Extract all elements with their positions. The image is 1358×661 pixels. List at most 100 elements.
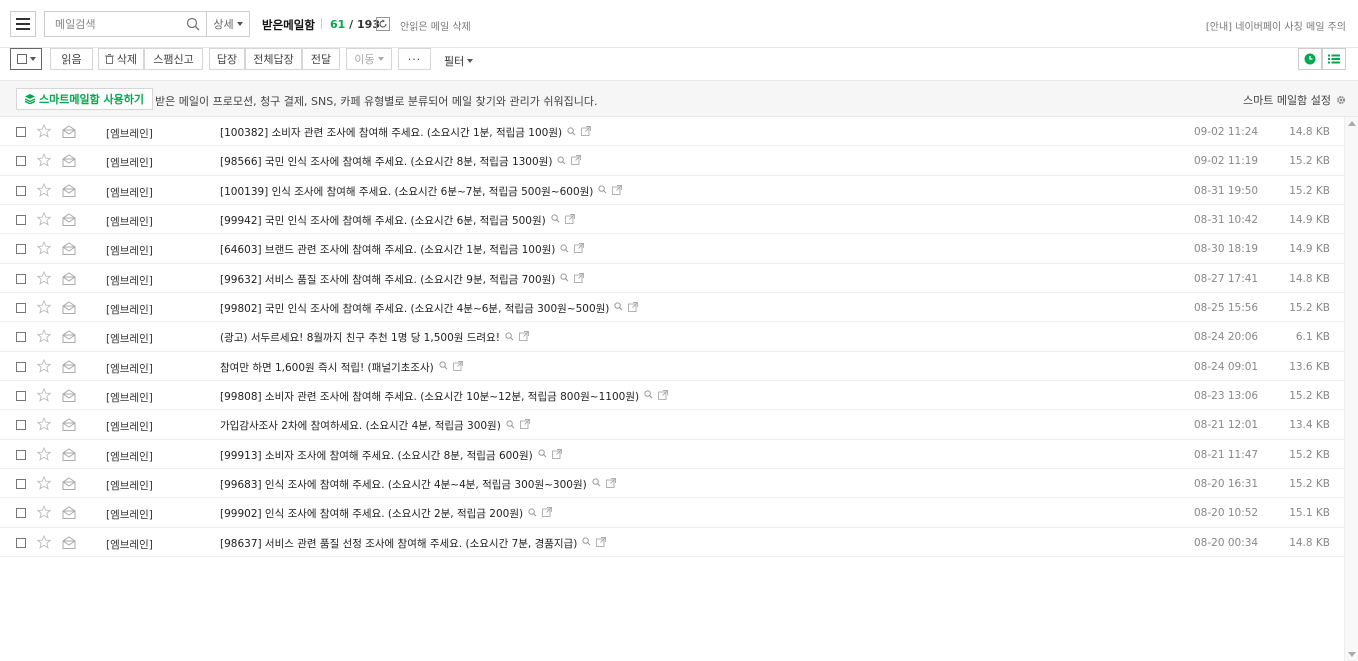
open-new-window-icon[interactable] [574, 272, 585, 286]
open-new-window-icon[interactable] [551, 448, 562, 462]
envelope-icon[interactable] [62, 242, 76, 256]
search-icon[interactable] [186, 17, 200, 31]
open-new-window-icon[interactable] [519, 419, 530, 432]
mail-checkbox[interactable] [16, 156, 26, 167]
scroll-down-arrow[interactable] [1348, 652, 1356, 657]
mail-subject-link[interactable]: 가입감사조사 2차에 참여하세요. (소요시간 4분, 적립금 300원) [220, 418, 530, 433]
envelope-icon[interactable] [62, 184, 76, 197]
mail-subject-link[interactable]: [99913] 소비자 조사에 참여해 주세요. (소요시간 8분, 적립금 6… [220, 448, 562, 463]
open-new-window-icon[interactable] [571, 155, 582, 168]
mail-subject-link[interactable]: [99802] 국민 인식 조사에 참여해 주세요. (소요시간 4분~6분, … [220, 301, 639, 316]
mail-sender[interactable]: [엠브레인] [106, 155, 153, 170]
preview-search-icon[interactable] [592, 478, 601, 490]
mail-subject[interactable]: [99632] 서비스 품질 조사에 참여해 주세요. (소요시간 9분, 적립… [220, 272, 555, 287]
mail-row[interactable]: [엠브레인] [98637] 서비스 관련 품질 선정 조사에 참여해 주세요. … [0, 528, 1344, 557]
preview-search-icon[interactable] [506, 420, 515, 432]
mail-subject-link[interactable]: [99808] 소비자 관련 조사에 참여해 주세요. (소요시간 10분~12… [220, 389, 669, 404]
mail-subject-link[interactable]: [99632] 서비스 품질 조사에 참여해 주세요. (소요시간 9분, 적립… [220, 272, 585, 287]
mail-subject-link[interactable]: [99902] 인식 조사에 참여해 주세요. (소요시간 2분, 적립금 20… [220, 506, 553, 521]
preview-search-icon[interactable] [614, 302, 623, 314]
spam-report-button[interactable]: 스팸신고 [144, 48, 203, 70]
mail-checkbox[interactable] [16, 127, 26, 137]
star-icon[interactable] [36, 270, 52, 285]
envelope-icon[interactable] [62, 418, 76, 432]
mail-subject[interactable]: [98637] 서비스 관련 품질 선정 조사에 참여해 주세요. (소요시간 … [220, 536, 577, 551]
clock-view-button[interactable] [1298, 48, 1322, 70]
star-icon[interactable] [36, 241, 52, 256]
envelope-icon[interactable] [62, 213, 76, 226]
preview-search-icon[interactable] [505, 332, 514, 344]
mail-sender[interactable]: [엠브레인] [106, 507, 153, 522]
star-icon[interactable] [36, 417, 52, 432]
mail-checkbox[interactable] [16, 390, 26, 401]
mail-row[interactable]: [엠브레인] [99902] 인식 조사에 참여해 주세요. (소요시간 2분, … [0, 498, 1344, 528]
delete-unread-link[interactable]: 안읽은 메일 삭제 [400, 18, 471, 33]
envelope-icon[interactable] [62, 272, 76, 285]
preview-search-icon[interactable] [560, 244, 569, 256]
unread-count[interactable]: 61 [330, 18, 345, 31]
mail-row[interactable]: [엠브레인] [100382] 소비자 관련 조사에 참여해 주세요. (소요시간… [0, 117, 1344, 147]
star-icon[interactable] [36, 182, 52, 197]
mail-subject-link[interactable]: 참여만 하면 1,600원 즉시 적립! (패널기초조사) [220, 360, 463, 375]
mail-row[interactable]: [엠브레인] [98566] 국민 인식 조사에 참여해 주세요. (소요시간 8… [0, 146, 1344, 176]
mail-row[interactable]: [엠브레인] [64603] 브랜드 관련 조사에 참여해 주세요. (소요시간 … [0, 234, 1344, 264]
mail-subject[interactable]: (광고) 서두르세요! 8월까지 친구 추천 1명 당 1,500원 드려요! [220, 330, 500, 345]
star-icon[interactable] [36, 153, 52, 168]
mail-subject[interactable]: 참여만 하면 1,600원 즉시 적립! (패널기초조사) [220, 360, 434, 375]
refresh-button[interactable] [376, 17, 390, 31]
preview-search-icon[interactable] [538, 449, 547, 461]
scrollbar[interactable] [1344, 117, 1358, 661]
mail-subject[interactable]: [100382] 소비자 관련 조사에 참여해 주세요. (소요시간 1분, 적… [220, 125, 562, 140]
mail-subject[interactable]: [99913] 소비자 조사에 참여해 주세요. (소요시간 8분, 적립금 6… [220, 448, 533, 463]
preview-search-icon[interactable] [560, 273, 569, 285]
reply-button[interactable]: 답장 [209, 48, 245, 70]
star-icon[interactable] [36, 475, 52, 490]
mail-subject[interactable]: [99683] 인식 조사에 참여해 주세요. (소요시간 4분~4분, 적립금… [220, 477, 587, 492]
more-button[interactable]: ··· [398, 48, 431, 70]
mail-subject-link[interactable]: [100139] 인식 조사에 참여해 주세요. (소요시간 6분~7분, 적립… [220, 184, 623, 199]
open-new-window-icon[interactable] [605, 477, 616, 491]
forward-button[interactable]: 전달 [302, 48, 340, 70]
mail-checkbox[interactable] [16, 302, 26, 313]
preview-search-icon[interactable] [528, 508, 537, 520]
star-icon[interactable] [36, 123, 52, 138]
mail-checkbox[interactable] [16, 537, 26, 548]
envelope-icon[interactable] [62, 360, 76, 373]
open-new-window-icon[interactable] [542, 507, 553, 520]
mail-sender[interactable]: [엠브레인] [106, 331, 153, 346]
scroll-up-arrow[interactable] [1348, 121, 1356, 126]
preview-search-icon[interactable] [551, 214, 560, 226]
preview-search-icon[interactable] [582, 537, 591, 549]
open-new-window-icon[interactable] [564, 214, 575, 227]
mail-sender[interactable]: [엠브레인] [106, 185, 153, 200]
mail-checkbox[interactable] [16, 214, 26, 225]
mail-subject[interactable]: [99802] 국민 인식 조사에 참여해 주세요. (소요시간 4분~6분, … [220, 301, 609, 316]
mail-sender[interactable]: [엠브레인] [106, 361, 153, 376]
mail-sender[interactable]: [엠브레인] [106, 449, 153, 464]
mail-row[interactable]: [엠브레인] [99942] 국민 인식 조사에 참여해 주세요. (소요시간 6… [0, 205, 1344, 235]
detail-search-button[interactable]: 상세 [206, 11, 250, 37]
mail-subject-link[interactable]: [99683] 인식 조사에 참여해 주세요. (소요시간 4분~4분, 적립금… [220, 477, 616, 492]
open-new-window-icon[interactable] [628, 302, 639, 315]
mail-row[interactable]: [엠브레인] [99683] 인식 조사에 참여해 주세요. (소요시간 4분~4… [0, 469, 1344, 499]
mail-subject[interactable]: 가입감사조사 2차에 참여하세요. (소요시간 4분, 적립금 300원) [220, 418, 501, 433]
star-icon[interactable] [36, 505, 52, 520]
preview-search-icon[interactable] [567, 126, 576, 139]
mail-sender[interactable]: [엠브레인] [106, 302, 153, 317]
mail-subject[interactable]: [99808] 소비자 관련 조사에 참여해 주세요. (소요시간 10분~12… [220, 389, 639, 404]
star-icon[interactable] [36, 534, 52, 549]
mail-checkbox[interactable] [16, 332, 26, 343]
mail-subject[interactable]: [64603] 브랜드 관련 조사에 참여해 주세요. (소요시간 1분, 적립… [220, 242, 555, 257]
open-new-window-icon[interactable] [518, 331, 529, 344]
star-icon[interactable] [36, 387, 52, 402]
envelope-icon[interactable] [62, 154, 76, 168]
mail-row[interactable]: [엠브레인] [100139] 인식 조사에 참여해 주세요. (소요시간 6분~… [0, 176, 1344, 205]
envelope-icon[interactable] [62, 330, 76, 344]
envelope-icon[interactable] [62, 506, 76, 520]
mail-checkbox[interactable] [16, 508, 26, 519]
mail-subject[interactable]: [100139] 인식 조사에 참여해 주세요. (소요시간 6분~7분, 적립… [220, 184, 593, 199]
star-icon[interactable] [36, 446, 52, 461]
mail-checkbox[interactable] [16, 185, 26, 196]
mail-checkbox[interactable] [16, 361, 26, 372]
smart-mailbox-button[interactable]: 스마트메일함 사용하기 [16, 88, 154, 110]
